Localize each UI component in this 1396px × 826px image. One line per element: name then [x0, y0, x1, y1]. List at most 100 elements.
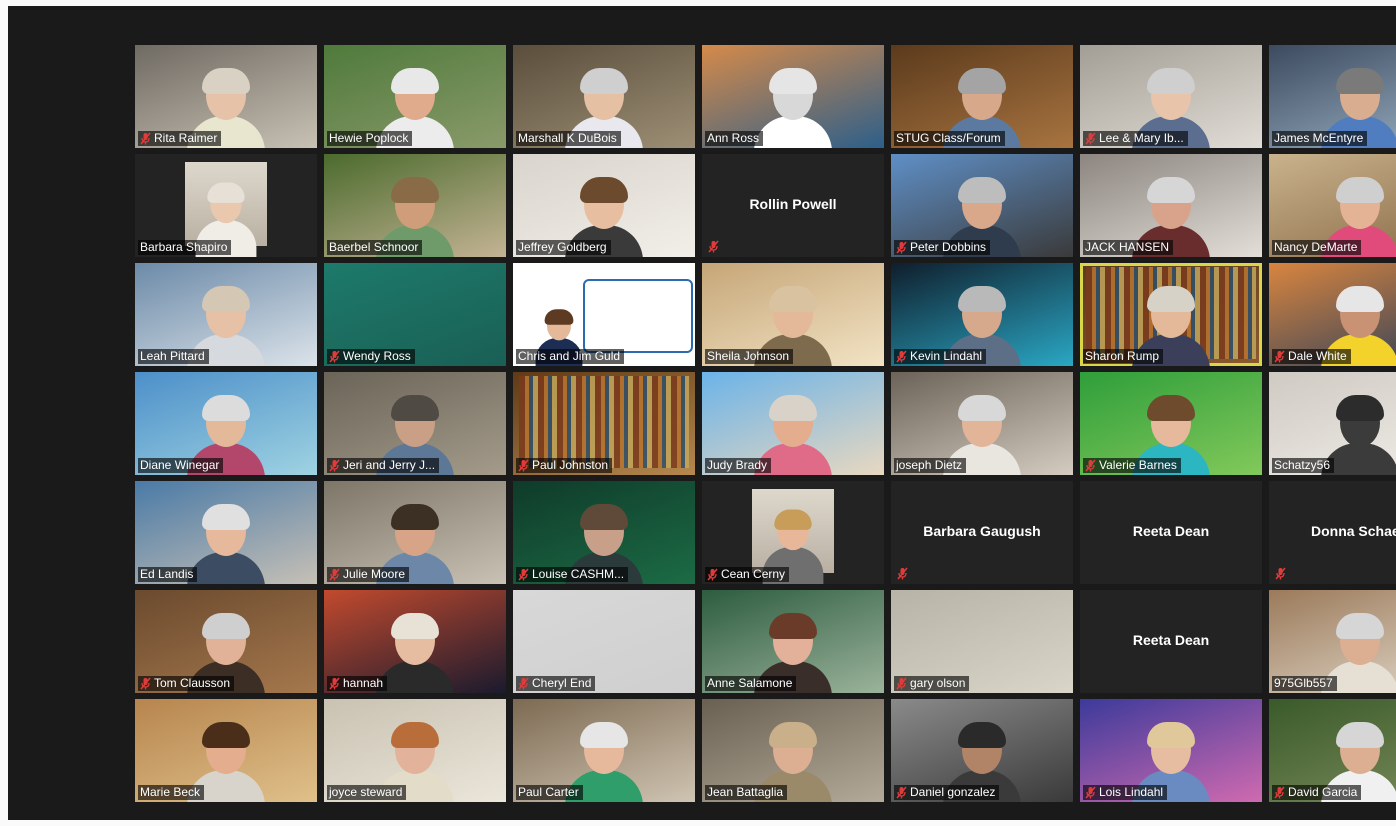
participant-nameplate: Barbara Shapiro — [138, 240, 232, 255]
participant-nameplate: Judy Brady — [705, 458, 772, 473]
participant-name: Peter Dobbins — [910, 240, 987, 254]
participant-tile[interactable]: JACK HANSEN — [1080, 154, 1262, 257]
bookshelf-background — [519, 376, 689, 468]
participant-tile[interactable]: hannah — [324, 590, 506, 693]
participant-tile[interactable]: Lois Lindahl — [1080, 699, 1262, 802]
participant-name: Paul Carter — [518, 785, 579, 799]
participant-name: Julie Moore — [343, 567, 406, 581]
participant-name: Marie Beck — [140, 785, 201, 799]
participant-tile[interactable]: Jeffrey Goldberg — [513, 154, 695, 257]
participant-nameplate: JACK HANSEN — [1083, 240, 1174, 255]
participant-name: Barbara Shapiro — [140, 240, 228, 254]
participant-tile[interactable]: Reeta Dean — [1080, 481, 1262, 584]
participant-tile[interactable]: Marshall K DuBois — [513, 45, 695, 148]
participant-tile[interactable]: Wendy Ross — [324, 263, 506, 366]
participant-name: Nancy DeMarte — [1274, 240, 1358, 254]
participant-nameplate: joseph Dietz — [894, 458, 967, 473]
participant-nameplate: Schatzy56 — [1272, 458, 1335, 473]
muted-mic-icon — [1274, 786, 1285, 799]
participant-name: Schatzy56 — [1274, 458, 1331, 472]
participant-tile[interactable]: David Garcia — [1269, 699, 1396, 802]
participant-tile[interactable]: Nancy DeMarte — [1269, 154, 1396, 257]
participant-tile[interactable]: Sheila Johnson — [702, 263, 884, 366]
participant-tile[interactable]: Sharon Rump — [1080, 263, 1262, 366]
participant-name-large: Barbara Gaugush — [923, 523, 1041, 539]
participant-tile[interactable]: gary olson — [891, 590, 1073, 693]
participant-name: James McEntyre — [1274, 131, 1364, 145]
participant-tile[interactable]: Diane Winegar — [135, 372, 317, 475]
participant-nameplate: Marie Beck — [138, 785, 205, 800]
participant-nameplate: Lee & Mary Ib... — [1083, 131, 1188, 146]
muted-mic-icon — [140, 132, 151, 145]
participant-tile[interactable]: James McEntyre — [1269, 45, 1396, 148]
participant-name: Lee & Mary Ib... — [1099, 131, 1184, 145]
participant-video — [187, 504, 265, 584]
participant-tile[interactable]: Jeri and Jerry J... — [324, 372, 506, 475]
participant-tile[interactable]: 975Glb557 — [1269, 590, 1396, 693]
muted-mic-icon — [518, 677, 529, 690]
muted-mic-icon — [896, 677, 907, 690]
participant-tile[interactable]: Schatzy56 — [1269, 372, 1396, 475]
participant-name-large: Donna Schaeff — [1310, 523, 1396, 539]
participant-tile[interactable]: Baerbel Schnoor — [324, 154, 506, 257]
participant-tile[interactable]: Judy Brady — [702, 372, 884, 475]
muted-mic-icon — [1085, 132, 1096, 145]
participant-tile[interactable]: Ann Ross — [702, 45, 884, 148]
participant-nameplate: Leah Pittard — [138, 349, 209, 364]
participant-tile[interactable]: Barbara Gaugush — [891, 481, 1073, 584]
participant-tile[interactable]: Paul Johnston — [513, 372, 695, 475]
participant-tile[interactable]: Daniel gonzalez — [891, 699, 1073, 802]
participant-nameplate: Wendy Ross — [327, 349, 415, 364]
participant-name: Valerie Barnes — [1099, 458, 1177, 472]
participant-video — [376, 613, 454, 693]
participant-tile[interactable]: Rollin Powell — [702, 154, 884, 257]
participant-name: 975Glb557 — [1274, 676, 1333, 690]
participant-nameplate: Sharon Rump — [1083, 349, 1164, 364]
participant-name: gary olson — [910, 676, 966, 690]
participant-tile[interactable]: Lee & Mary Ib... — [1080, 45, 1262, 148]
participant-nameplate: Rita Raimer — [138, 131, 222, 146]
participant-nameplate: Jeri and Jerry J... — [327, 458, 440, 473]
participant-name: Dale White — [1288, 349, 1347, 363]
participant-tile[interactable]: Anne Salamone — [702, 590, 884, 693]
participant-tile[interactable]: Rita Raimer — [135, 45, 317, 148]
participant-name: Paul Johnston — [532, 458, 609, 472]
participant-nameplate: Hewie Poplock — [327, 131, 413, 146]
participant-tile[interactable]: Jean Battaglia — [702, 699, 884, 802]
participant-tile[interactable]: joyce steward — [324, 699, 506, 802]
participant-nameplate: Baerbel Schnoor — [327, 240, 423, 255]
participant-tile[interactable]: Cheryl End — [513, 590, 695, 693]
participant-name-large: Reeta Dean — [1132, 632, 1210, 648]
participant-tile[interactable]: joseph Dietz — [891, 372, 1073, 475]
participant-tile[interactable]: Leah Pittard — [135, 263, 317, 366]
participant-nameplate: Ed Landis — [138, 567, 198, 582]
participant-name: Diane Winegar — [140, 458, 220, 472]
participant-name: Tom Clausson — [154, 676, 231, 690]
participant-name: Ann Ross — [707, 131, 760, 145]
participant-name: Wendy Ross — [343, 349, 411, 363]
muted-mic-icon — [896, 241, 907, 254]
participant-tile[interactable]: Marie Beck — [135, 699, 317, 802]
participant-tile[interactable]: Hewie Poplock — [324, 45, 506, 148]
participant-tile[interactable]: Julie Moore — [324, 481, 506, 584]
participant-tile[interactable]: Paul Carter — [513, 699, 695, 802]
participant-tile[interactable]: Dale White — [1269, 263, 1396, 366]
participant-nameplate: Anne Salamone — [705, 676, 797, 691]
participant-tile[interactable]: Ed Landis — [135, 481, 317, 584]
participant-nameplate: Marshall K DuBois — [516, 131, 621, 146]
participant-tile[interactable]: Reeta Dean — [1080, 590, 1262, 693]
meeting-window: Rita Raimer Hewie Poplock Marshall K DuBoi… — [8, 6, 1396, 820]
participant-tile[interactable]: Barbara Shapiro — [135, 154, 317, 257]
participant-tile[interactable]: Tom Clausson — [135, 590, 317, 693]
participant-tile[interactable]: Donna Schaeff — [1269, 481, 1396, 584]
participant-tile[interactable]: Valerie Barnes — [1080, 372, 1262, 475]
muted-mic-icon — [708, 240, 719, 253]
muted-mic-icon — [896, 786, 907, 799]
participant-tile[interactable]: Louise CASHM... — [513, 481, 695, 584]
participant-name-large: Reeta Dean — [1132, 523, 1210, 539]
participant-tile[interactable]: Kevin Lindahl — [891, 263, 1073, 366]
participant-tile[interactable]: STUG Class/Forum — [891, 45, 1073, 148]
participant-tile[interactable]: Chris and Jim Guld — [513, 263, 695, 366]
participant-tile[interactable]: Cean Cerny — [702, 481, 884, 584]
participant-tile[interactable]: Peter Dobbins — [891, 154, 1073, 257]
